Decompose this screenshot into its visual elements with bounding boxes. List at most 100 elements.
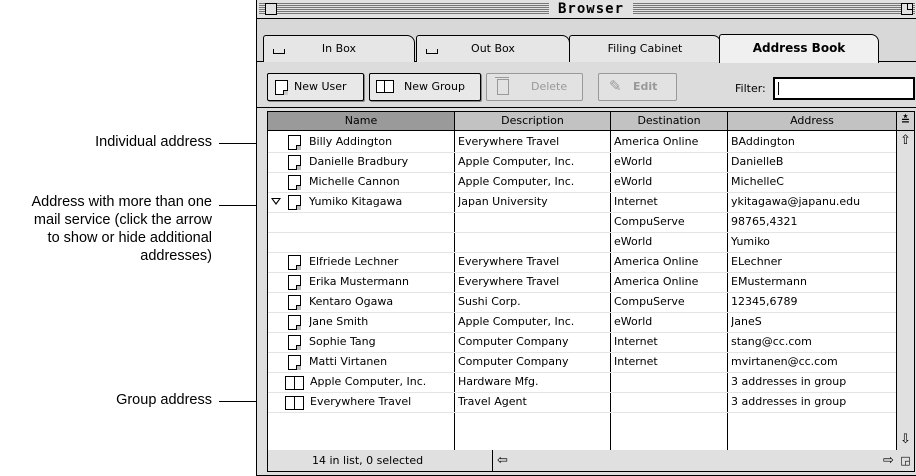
status-bar: 14 in list, 0 selected ⇦ ⇨ ◲ xyxy=(267,450,915,472)
tray-icon xyxy=(273,49,285,54)
cell-description: Computer Company xyxy=(458,355,569,368)
toolbar: New User New Group Delete ✎ Edit Filter: xyxy=(257,62,916,108)
cell-address: EMustermann xyxy=(731,275,807,288)
group-cards-icon xyxy=(285,395,305,410)
cell-name: Matti Virtanen xyxy=(309,355,388,368)
cell-address: MichelleC xyxy=(731,175,784,188)
group-cards-icon xyxy=(285,375,305,390)
table-row[interactable]: Michelle Cannon Apple Computer, Inc. eWorl… xyxy=(268,172,896,193)
cell-name: Everywhere Travel xyxy=(310,395,412,408)
cell-description xyxy=(458,212,608,232)
cell-description: Apple Computer, Inc. xyxy=(458,175,575,188)
sub-address-row[interactable]: eWorld Yumiko xyxy=(268,232,896,253)
filter-input[interactable] xyxy=(773,77,915,100)
individual-card-icon xyxy=(288,135,301,150)
scroll-up-arrow-icon[interactable]: ⇧ xyxy=(898,133,913,148)
window-title: Browser xyxy=(549,0,634,18)
cell-destination: America Online xyxy=(614,255,699,268)
cell-name: Sophie Tang xyxy=(309,335,376,348)
table-row[interactable]: Yumiko Kitagawa Japan University Internet y… xyxy=(268,192,896,213)
cell-destination: eWorld xyxy=(614,175,653,188)
column-sort-icon[interactable]: ≛ xyxy=(897,112,914,131)
table-row[interactable]: Elfriede Lechner Everywhere Travel America… xyxy=(268,252,896,273)
table-row[interactable]: Jane Smith Apple Computer, Inc. eWorld Jane… xyxy=(268,312,896,333)
cell-address: Yumiko xyxy=(731,235,770,248)
cell-name: Apple Computer, Inc. xyxy=(310,375,427,388)
scroll-left-arrow-icon[interactable]: ⇦ xyxy=(495,453,510,468)
column-header-description[interactable]: Description xyxy=(455,112,611,130)
cell-name: Yumiko Kitagawa xyxy=(309,195,403,208)
cell-destination: eWorld xyxy=(614,315,653,328)
horizontal-scrollbar[interactable]: ⇦ ⇨ ◲ xyxy=(492,450,914,471)
individual-card-icon xyxy=(288,275,301,290)
resize-box-icon[interactable]: ◲ xyxy=(898,453,913,468)
cell-description: Everywhere Travel xyxy=(458,135,560,148)
column-header-destination[interactable]: Destination xyxy=(611,112,728,130)
title-bar[interactable]: Browser xyxy=(257,0,916,19)
pencil-icon: ✎ xyxy=(609,77,622,95)
cell-address: mvirtanen@cc.com xyxy=(731,355,838,368)
tab-filing-cabinet[interactable]: Filing Cabinet xyxy=(569,35,721,62)
close-box-icon[interactable] xyxy=(265,3,277,15)
address-table: Name Description Destination Address Bil… xyxy=(267,111,915,451)
callout-multi-service-line2: mail service (click the arrow xyxy=(33,212,212,228)
tab-bar: In Box Out Box Filing Cabinet Address Bo… xyxy=(257,19,916,63)
cell-name: Erika Mustermann xyxy=(309,275,409,288)
table-row[interactable]: Sophie Tang Computer Company Internet stang… xyxy=(268,332,896,353)
cell-description: Apple Computer, Inc. xyxy=(458,315,575,328)
tray-icon xyxy=(426,49,438,54)
column-header-address[interactable]: Address xyxy=(728,112,896,130)
cell-description: Hardware Mfg. xyxy=(458,375,539,388)
individual-card-icon xyxy=(288,335,301,350)
callout-group-address: Group address xyxy=(116,392,212,408)
cell-destination xyxy=(614,372,724,392)
individual-card-icon xyxy=(288,255,301,270)
cell-destination xyxy=(614,392,724,412)
individual-card-icon xyxy=(288,155,301,170)
cell-name xyxy=(309,212,452,232)
cell-address: BAddington xyxy=(731,135,795,148)
cell-name: Danielle Bradbury xyxy=(309,155,409,168)
individual-card-icon xyxy=(288,295,301,310)
individual-card-icon xyxy=(288,315,301,330)
table-row[interactable]: Matti Virtanen Computer Company Internet mv… xyxy=(268,352,896,373)
table-row[interactable]: Billy Addington Everywhere Travel America … xyxy=(268,132,896,153)
vertical-scrollbar[interactable]: ≛ ⇧ ⇩ xyxy=(896,112,914,450)
tab-address-book[interactable]: Address Book xyxy=(719,34,879,63)
scroll-right-arrow-icon[interactable]: ⇨ xyxy=(881,453,896,468)
new-group-label: New Group xyxy=(404,80,465,93)
tab-out-box[interactable]: Out Box xyxy=(416,35,570,62)
new-user-label: New User xyxy=(294,80,347,93)
scroll-down-arrow-icon[interactable]: ⇩ xyxy=(898,432,913,447)
callout-multi-service-line4: addresses) xyxy=(140,248,212,264)
table-row[interactable]: Kentaro Ogawa Sushi Corp. CompuServe 12345,… xyxy=(268,292,896,313)
trash-icon xyxy=(495,77,509,95)
edit-label: Edit xyxy=(633,80,658,93)
sub-address-row[interactable]: CompuServe 98765,4321 xyxy=(268,212,896,233)
cell-destination: eWorld xyxy=(614,235,653,248)
cell-address: JaneS xyxy=(731,315,762,328)
cell-destination: America Online xyxy=(614,135,699,148)
cell-destination: CompuServe xyxy=(614,215,685,228)
delete-button[interactable]: Delete xyxy=(486,73,583,101)
cell-destination: America Online xyxy=(614,275,699,288)
disclosure-triangle-icon[interactable] xyxy=(271,198,281,205)
delete-label: Delete xyxy=(531,80,568,93)
new-group-button[interactable]: New Group xyxy=(369,73,481,101)
table-row[interactable]: Erika Mustermann Everywhere Travel America… xyxy=(268,272,896,293)
column-header-name[interactable]: Name xyxy=(268,112,455,130)
group-row[interactable]: Apple Computer, Inc. Hardware Mfg. 3 addre… xyxy=(268,372,896,393)
group-row[interactable]: Everywhere Travel Travel Agent 3 addresses… xyxy=(268,392,896,413)
cell-name: Billy Addington xyxy=(309,135,393,148)
edit-button[interactable]: ✎ Edit xyxy=(598,73,677,101)
tab-label: In Box xyxy=(321,42,357,55)
cell-name xyxy=(309,232,452,252)
cell-address: ykitagawa@japanu.edu xyxy=(731,195,861,208)
tab-label: Filing Cabinet xyxy=(607,42,683,55)
cell-name: Kentaro Ogawa xyxy=(309,295,394,308)
zoom-box-icon[interactable] xyxy=(901,3,913,15)
table-row[interactable]: Danielle Bradbury Apple Computer, Inc. eWo… xyxy=(268,152,896,173)
new-user-button[interactable]: New User xyxy=(267,73,364,101)
cell-description: Everywhere Travel xyxy=(458,275,560,288)
tab-in-box[interactable]: In Box xyxy=(263,35,415,62)
